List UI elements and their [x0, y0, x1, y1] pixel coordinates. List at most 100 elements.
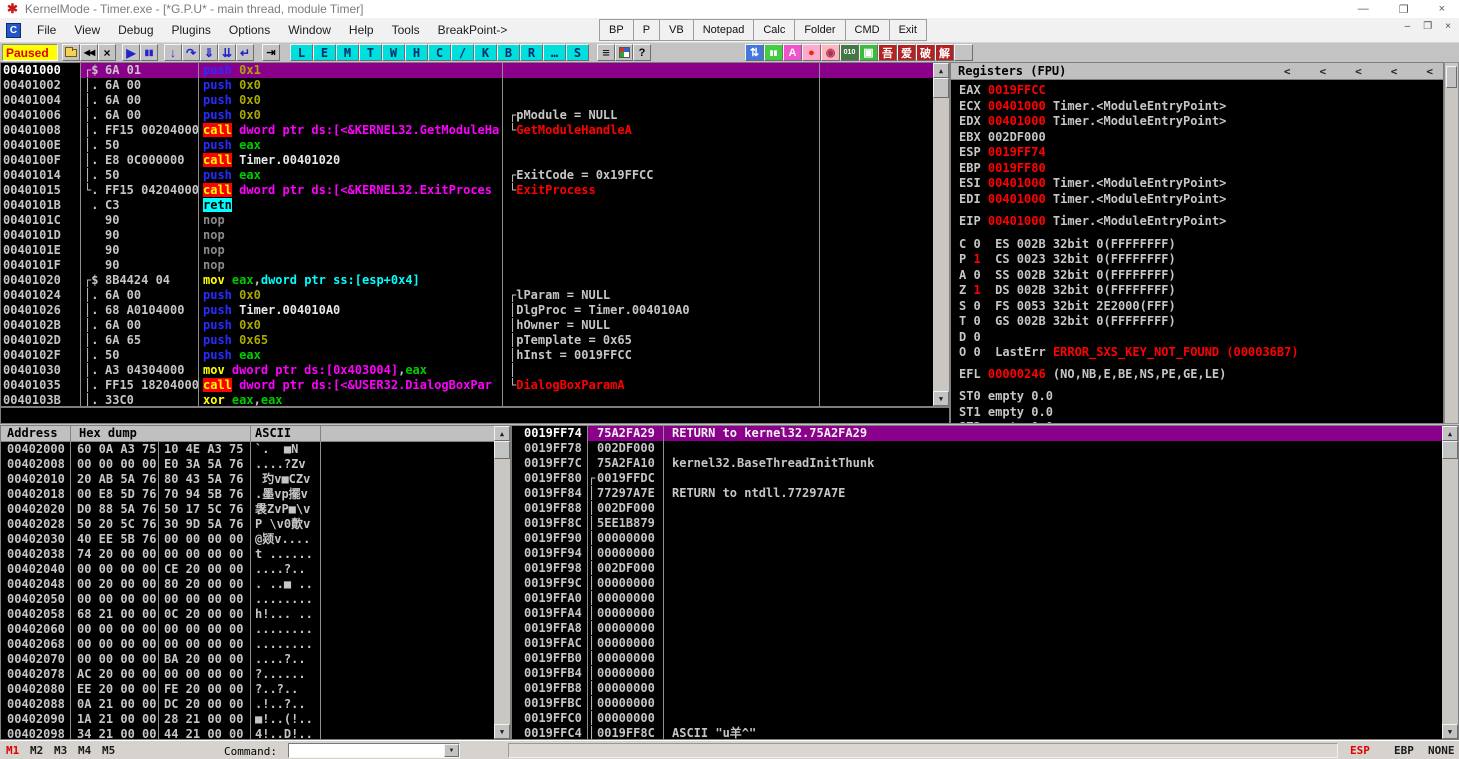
- dump-bytes-2[interactable]: 00 00 00 00: [159, 532, 251, 547]
- dump-bytes-1[interactable]: 00 00 00 00: [71, 652, 159, 667]
- dump-ascii[interactable]: 玓v■CZv: [251, 472, 321, 487]
- disasm-comment[interactable]: │hOwner = NULL: [503, 318, 820, 333]
- disasm-address[interactable]: 00401006: [1, 108, 81, 123]
- disasm-row[interactable]: 0040103B│.33C0xor eax,eax: [1, 393, 933, 406]
- dump-bytes-1[interactable]: 0A 21 00 00: [71, 697, 159, 712]
- flag-row[interactable]: C 0 ES 002B 32bit 0(FFFFFFFF): [959, 237, 1443, 253]
- dump-bytes-1[interactable]: 34 21 00 00: [71, 727, 159, 739]
- stack-comment[interactable]: [664, 546, 1442, 561]
- disasm-bytes[interactable]: 6A 65: [103, 333, 199, 348]
- flag-row[interactable]: Z 1 DS 002B 32bit 0(FFFFFFFF): [959, 283, 1443, 299]
- menu-item-window[interactable]: Window: [279, 23, 340, 37]
- disasm-address[interactable]: 00401020: [1, 273, 81, 288]
- stack-comment[interactable]: [664, 501, 1442, 516]
- dump-bytes-2[interactable]: 00 00 00 00: [159, 547, 251, 562]
- dump-bytes-1[interactable]: 00 00 00 00: [71, 562, 159, 577]
- plugin-dot-icon[interactable]: ●: [802, 44, 821, 61]
- stack-comment[interactable]: [664, 531, 1442, 546]
- disasm-bytes[interactable]: 68 A0104000: [103, 303, 199, 318]
- disasm-bytes[interactable]: 90: [103, 228, 199, 243]
- disasm-instruction[interactable]: retn: [199, 198, 503, 213]
- disasm-address[interactable]: 0040101E: [1, 243, 81, 258]
- disasm-instruction[interactable]: xor eax,eax: [199, 393, 503, 406]
- dump-address[interactable]: 00402038: [1, 547, 71, 562]
- dump-bytes-2[interactable]: 00 00 00 00: [159, 592, 251, 607]
- disasm-comment[interactable]: [503, 273, 820, 288]
- stack-address[interactable]: 0019FFA8: [512, 621, 588, 636]
- pane-chevron-icon[interactable]: <: [1426, 65, 1433, 78]
- stack-comment[interactable]: [664, 516, 1442, 531]
- disasm-address[interactable]: 0040101B: [1, 198, 81, 213]
- dump-address[interactable]: 00402080: [1, 682, 71, 697]
- pane-chevron-icon[interactable]: <: [1284, 65, 1291, 78]
- dump-bytes-2[interactable]: 00 00 00 00: [159, 622, 251, 637]
- stack-row[interactable]: 0019FF9C│00000000: [512, 576, 1442, 591]
- stack-comment[interactable]: [664, 651, 1442, 666]
- dump-ascii[interactable]: `. ■N: [251, 442, 321, 457]
- scrollbar-thumb[interactable]: [933, 78, 949, 98]
- stack-address[interactable]: 0019FF94: [512, 546, 588, 561]
- dump-bytes-1[interactable]: 50 20 5C 76: [71, 517, 159, 532]
- stack-comment[interactable]: [664, 591, 1442, 606]
- plugin-binary-icon[interactable]: 010: [840, 44, 859, 61]
- hex-dump-row[interactable]: 00402020D0 88 5A 7650 17 5C 76袰ZvP■\v: [1, 502, 494, 517]
- disasm-address[interactable]: 00401000: [1, 63, 81, 78]
- dump-bytes-2[interactable]: 50 17 5C 76: [159, 502, 251, 517]
- fpu-row[interactable]: ST1 empty 0.0: [959, 405, 1443, 421]
- disasm-instruction[interactable]: push eax: [199, 348, 503, 363]
- view-handles-button[interactable]: H: [405, 44, 428, 61]
- view-references-button[interactable]: R: [520, 44, 543, 61]
- animate-over-button[interactable]: ⇊: [218, 44, 236, 61]
- stack-row[interactable]: 0019FF98│002DF000: [512, 561, 1442, 576]
- scroll-down-icon[interactable]: ▼: [1442, 724, 1458, 739]
- scroll-up-icon[interactable]: ▲: [494, 426, 510, 441]
- disasm-bytes[interactable]: 8B4424 04: [103, 273, 199, 288]
- disasm-row[interactable]: 00401026│.68 A0104000push Timer.004010A0…: [1, 303, 933, 318]
- dump-bytes-1[interactable]: 00 00 00 00: [71, 622, 159, 637]
- hex-dump-row[interactable]: 0040203040 EE 5B 7600 00 00 00@颎v....: [1, 532, 494, 547]
- disasm-address[interactable]: 0040100F: [1, 153, 81, 168]
- dump-address[interactable]: 00402058: [1, 607, 71, 622]
- stack-address[interactable]: 0019FFB8: [512, 681, 588, 696]
- memory-tab-m2[interactable]: M2: [30, 744, 43, 757]
- dump-address[interactable]: 00402010: [1, 472, 71, 487]
- disasm-address[interactable]: 0040102F: [1, 348, 81, 363]
- dump-address[interactable]: 00402068: [1, 637, 71, 652]
- stack-comment[interactable]: [664, 711, 1442, 726]
- register-row[interactable]: EDX 00401000 Timer.<ModuleEntryPoint>: [959, 114, 1443, 130]
- stack-row[interactable]: 0019FFA4│00000000: [512, 606, 1442, 621]
- scroll-down-icon[interactable]: ▼: [494, 724, 510, 739]
- view-patches-button[interactable]: /: [451, 44, 474, 61]
- dump-bytes-2[interactable]: 28 21 00 00: [159, 712, 251, 727]
- dump-address[interactable]: 00402078: [1, 667, 71, 682]
- disasm-instruction[interactable]: push 0x1: [199, 63, 503, 78]
- dump-ascii[interactable]: 袰ZvP■\v: [251, 502, 321, 517]
- stack-value[interactable]: 77297A7E: [597, 486, 664, 501]
- dump-bytes-2[interactable]: E0 3A 5A 76: [159, 457, 251, 472]
- flag-row[interactable]: O 0 LastErr ERROR_SXS_KEY_NOT_FOUND (000…: [959, 345, 1443, 361]
- flag-row[interactable]: T 0 GS 002B 32bit 0(FFFFFFFF): [959, 314, 1443, 330]
- disasm-row[interactable]: 00401004│.6A 00push 0x0: [1, 93, 933, 108]
- stack-address[interactable]: 0019FF80: [512, 471, 588, 486]
- stack-address[interactable]: 0019FF8C: [512, 516, 588, 531]
- stack-value[interactable]: 0019FFDC: [597, 471, 664, 486]
- menu-item-tools[interactable]: Tools: [383, 23, 429, 37]
- stack-address[interactable]: 0019FF84: [512, 486, 588, 501]
- disasm-bytes[interactable]: 6A 01: [103, 63, 199, 78]
- dump-bytes-1[interactable]: EE 20 00 00: [71, 682, 159, 697]
- dump-bytes-1[interactable]: 40 EE 5B 76: [71, 532, 159, 547]
- stack-row[interactable]: 0019FF84│77297A7ERETURN to ntdll.77297A7…: [512, 486, 1442, 501]
- dump-bytes-2[interactable]: 70 94 5B 76: [159, 487, 251, 502]
- dump-address[interactable]: 00402090: [1, 712, 71, 727]
- disasm-address[interactable]: 0040100E: [1, 138, 81, 153]
- stack-value[interactable]: 00000000: [597, 531, 664, 546]
- hex-dump-row[interactable]: 004020901A 21 00 0028 21 00 00■!..(!..: [1, 712, 494, 727]
- dump-ascii[interactable]: ....?..: [251, 652, 321, 667]
- disasm-row[interactable]: 0040101C90nop: [1, 213, 933, 228]
- minimize-icon[interactable]: —: [1358, 3, 1369, 15]
- disasm-bytes[interactable]: C3: [103, 198, 199, 213]
- disasm-comment[interactable]: [503, 198, 820, 213]
- chevron-down-icon[interactable]: ▼: [444, 744, 459, 757]
- stack-value[interactable]: 75A2FA29: [597, 426, 664, 441]
- stack-address[interactable]: 0019FF7C: [512, 456, 588, 471]
